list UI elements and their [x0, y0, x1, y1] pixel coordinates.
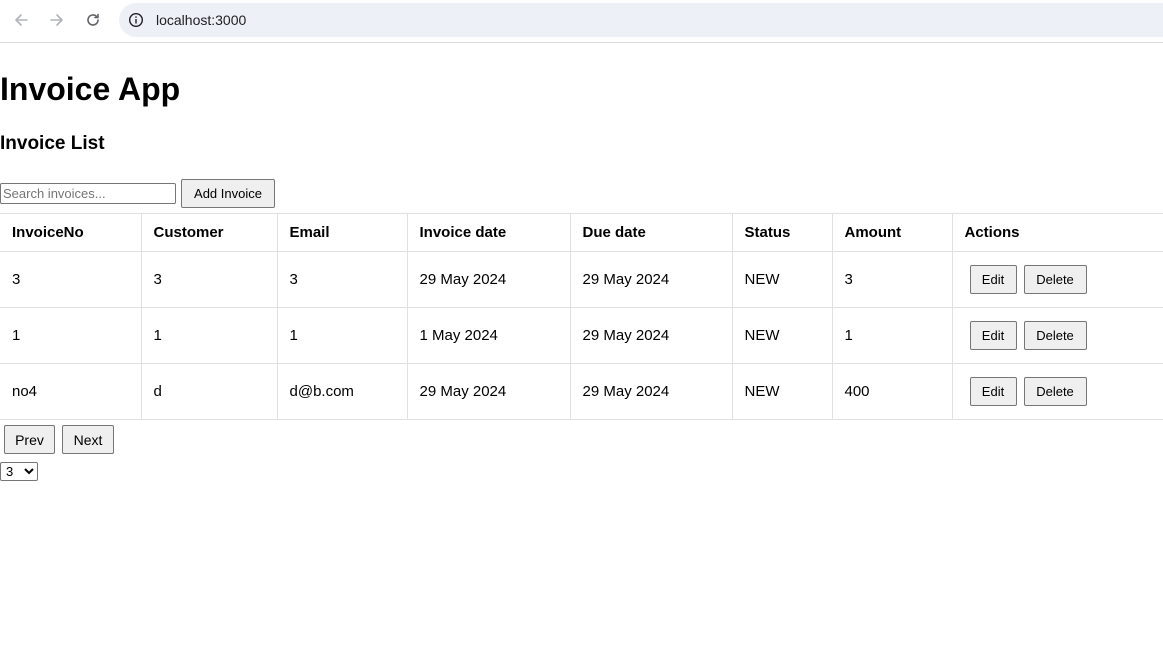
- reload-icon[interactable]: [81, 8, 105, 32]
- prev-button[interactable]: Prev: [4, 425, 55, 454]
- cell-customer: d: [140, 363, 278, 420]
- table-row: 1 1 1 1 May 2024 29 May 2024 NEW 1 Edit D…: [0, 307, 1163, 364]
- column-header-invoiceno: InvoiceNo: [0, 213, 142, 252]
- cell-invoice-date: 29 May 2024: [406, 363, 571, 420]
- forward-arrow-icon[interactable]: [45, 8, 69, 32]
- cell-invoice-no: no4: [0, 363, 142, 420]
- address-url: localhost:3000: [156, 12, 247, 28]
- cell-due-date: 29 May 2024: [569, 251, 733, 308]
- cell-actions: Edit Delete: [951, 251, 1163, 308]
- browser-toolbar: localhost:3000: [0, 0, 1163, 43]
- site-info-icon[interactable]: [128, 12, 144, 28]
- edit-button[interactable]: Edit: [969, 321, 1017, 350]
- delete-button[interactable]: Delete: [1023, 321, 1087, 350]
- column-header-customer: Customer: [140, 213, 278, 252]
- edit-button[interactable]: Edit: [969, 377, 1017, 406]
- cell-amount: 1: [831, 307, 953, 364]
- app-title: Invoice App: [0, 71, 181, 107]
- column-header-email: Email: [276, 213, 408, 252]
- column-header-due-date: Due date: [569, 213, 733, 252]
- pagination: Prev Next: [4, 425, 121, 454]
- cell-amount: 400: [831, 363, 953, 420]
- cell-customer: 3: [140, 251, 278, 308]
- column-header-invoice-date: Invoice date: [406, 213, 571, 252]
- cell-email: 1: [276, 307, 408, 364]
- cell-customer: 1: [140, 307, 278, 364]
- table-row: no4 d d@b.com 29 May 2024 29 May 2024 NE…: [0, 363, 1163, 420]
- invoice-list-heading: Invoice List: [0, 133, 105, 154]
- cell-invoice-no: 1: [0, 307, 142, 364]
- cell-actions: Edit Delete: [951, 307, 1163, 364]
- cell-status: NEW: [731, 363, 833, 420]
- delete-button[interactable]: Delete: [1023, 377, 1087, 406]
- cell-status: NEW: [731, 307, 833, 364]
- add-invoice-button[interactable]: Add Invoice: [181, 179, 275, 208]
- cell-status: NEW: [731, 251, 833, 308]
- page-size-select[interactable]: 3: [0, 462, 38, 481]
- cell-due-date: 29 May 2024: [569, 363, 733, 420]
- page-content: Invoice App Invoice List Add Invoice Inv…: [0, 44, 1163, 672]
- column-header-actions: Actions: [951, 213, 1163, 252]
- cell-invoice-no: 3: [0, 251, 142, 308]
- address-bar[interactable]: localhost:3000: [119, 3, 1163, 37]
- cell-amount: 3: [831, 251, 953, 308]
- search-input[interactable]: [0, 183, 176, 204]
- delete-button[interactable]: Delete: [1023, 265, 1087, 294]
- cell-due-date: 29 May 2024: [569, 307, 733, 364]
- table-header-row: InvoiceNo Customer Email Invoice date Du…: [0, 213, 1163, 252]
- column-header-status: Status: [731, 213, 833, 252]
- cell-email: d@b.com: [276, 363, 408, 420]
- back-arrow-icon[interactable]: [9, 8, 33, 32]
- table-row: 3 3 3 29 May 2024 29 May 2024 NEW 3 Edit…: [0, 251, 1163, 308]
- cell-invoice-date: 1 May 2024: [406, 307, 571, 364]
- cell-email: 3: [276, 251, 408, 308]
- column-header-amount: Amount: [831, 213, 953, 252]
- edit-button[interactable]: Edit: [969, 265, 1017, 294]
- invoice-table: InvoiceNo Customer Email Invoice date Du…: [0, 213, 1163, 420]
- next-button[interactable]: Next: [62, 425, 114, 454]
- cell-actions: Edit Delete: [951, 363, 1163, 420]
- cell-invoice-date: 29 May 2024: [406, 251, 571, 308]
